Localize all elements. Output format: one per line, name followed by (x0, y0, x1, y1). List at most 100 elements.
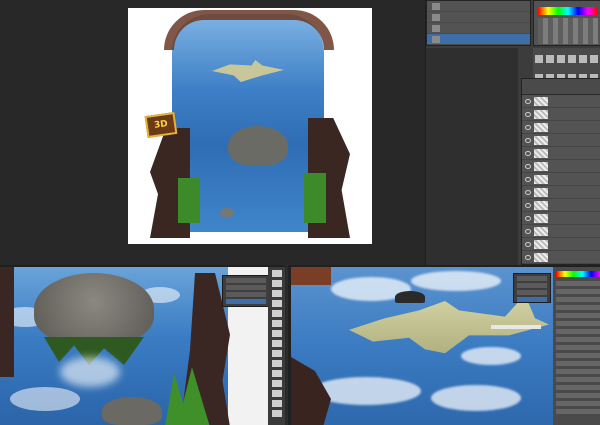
panel-row[interactable] (517, 283, 547, 288)
panel-row[interactable] (226, 278, 266, 283)
layer-row[interactable] (522, 173, 600, 186)
mini-layers-strip[interactable] (268, 267, 285, 425)
panel-row[interactable] (556, 321, 600, 326)
layer-row[interactable] (522, 108, 600, 121)
layer-thumbnail-icon[interactable] (271, 380, 282, 387)
zoomed-view-jet[interactable] (288, 265, 600, 425)
tool-icon[interactable] (557, 55, 565, 63)
layer-thumbnail-icon[interactable] (271, 350, 282, 357)
tool-icon[interactable] (568, 55, 576, 63)
panel-row[interactable] (517, 290, 547, 295)
layer-thumbnail-icon[interactable] (271, 330, 282, 337)
mini-history-panel[interactable] (513, 273, 551, 303)
layer-row[interactable] (522, 95, 600, 108)
eye-icon[interactable] (525, 255, 531, 260)
layer-row[interactable] (522, 160, 600, 173)
layer-row[interactable] (522, 251, 600, 264)
history-panel[interactable] (426, 0, 531, 46)
panel-row[interactable] (556, 281, 600, 286)
eye-icon[interactable] (525, 216, 531, 221)
panel-row[interactable] (556, 305, 600, 310)
tool-icon[interactable] (579, 55, 587, 63)
layer-thumbnail-icon[interactable] (271, 280, 282, 287)
layer-row[interactable] (522, 238, 600, 251)
panel-row[interactable] (226, 285, 266, 290)
jet-cockpit-artwork (395, 291, 425, 303)
layer-thumbnail-icon[interactable] (271, 410, 282, 417)
zoomed-view-rock[interactable] (0, 265, 285, 425)
panel-row[interactable] (556, 393, 600, 398)
eye-icon[interactable] (525, 190, 531, 195)
panel-row[interactable] (556, 329, 600, 334)
panel-row[interactable] (556, 297, 600, 302)
history-row[interactable] (427, 1, 530, 12)
panel-dock-empty (426, 48, 518, 265)
panel-row[interactable] (556, 361, 600, 366)
layer-row[interactable] (522, 199, 600, 212)
tool-icon[interactable] (590, 55, 598, 63)
eye-icon[interactable] (525, 99, 531, 104)
eye-icon[interactable] (525, 177, 531, 182)
layer-row[interactable] (522, 147, 600, 160)
layer-thumbnail-icon[interactable] (271, 310, 282, 317)
color-spectrum[interactable] (556, 271, 600, 277)
panel-row[interactable] (226, 292, 266, 297)
layer-thumbnail-icon[interactable] (271, 300, 282, 307)
panel-row[interactable] (556, 385, 600, 390)
layer-thumbnail-icon[interactable] (271, 400, 282, 407)
eye-icon[interactable] (525, 138, 531, 143)
panel-row[interactable] (556, 313, 600, 318)
mini-layers-panel[interactable] (553, 267, 600, 425)
panel-row[interactable] (556, 401, 600, 406)
layer-thumbnail-icon[interactable] (271, 390, 282, 397)
canvas-workspace[interactable]: 3D (0, 0, 425, 265)
panel-row[interactable] (556, 289, 600, 294)
document-canvas[interactable]: 3D (128, 8, 372, 244)
panel-row[interactable] (556, 337, 600, 342)
layers-panel[interactable] (521, 78, 600, 265)
eye-icon[interactable] (525, 203, 531, 208)
layer-row[interactable] (522, 134, 600, 147)
layer-row[interactable] (522, 121, 600, 134)
layer-thumbnail-icon[interactable] (271, 320, 282, 327)
panel-row[interactable] (556, 369, 600, 374)
tool-icon[interactable] (546, 55, 554, 63)
history-row-selected[interactable] (427, 34, 530, 45)
eye-icon[interactable] (525, 164, 531, 169)
history-row[interactable] (427, 23, 530, 34)
adjustments-panel[interactable] (533, 48, 600, 82)
tool-icon[interactable] (535, 55, 543, 63)
layer-thumbnail-icon (534, 253, 548, 262)
color-panel[interactable] (533, 0, 600, 46)
panel-row[interactable] (556, 409, 600, 414)
panel-row[interactable] (517, 276, 547, 281)
history-row[interactable] (427, 12, 530, 23)
layer-thumbnail-icon[interactable] (271, 270, 282, 277)
layer-thumbnail-icon[interactable] (271, 370, 282, 377)
layer-thumbnail-icon[interactable] (271, 290, 282, 297)
panel-row-selected[interactable] (226, 299, 266, 304)
right-panel-dock (425, 0, 600, 265)
eye-icon[interactable] (525, 151, 531, 156)
panel-row[interactable] (556, 353, 600, 358)
layer-thumbnail-icon (534, 227, 548, 236)
layer-row[interactable] (522, 212, 600, 225)
panel-row-selected[interactable] (517, 297, 547, 302)
layers-panel-header[interactable] (522, 79, 600, 95)
panel-row[interactable] (556, 377, 600, 382)
layer-thumbnail-icon[interactable] (271, 360, 282, 367)
eye-icon[interactable] (525, 242, 531, 247)
layer-thumbnail-icon[interactable] (271, 340, 282, 347)
eye-icon[interactable] (525, 112, 531, 117)
panel-row[interactable] (556, 345, 600, 350)
mini-history-panel[interactable] (222, 275, 270, 307)
logo-text: 3D (153, 119, 169, 131)
layer-thumbnail-icon (534, 240, 548, 249)
layer-row[interactable] (522, 186, 600, 199)
swatches-grid[interactable] (538, 18, 598, 44)
color-spectrum[interactable] (538, 7, 598, 15)
eye-icon[interactable] (525, 125, 531, 130)
cloud-artwork (10, 387, 80, 411)
layer-row[interactable] (522, 225, 600, 238)
eye-icon[interactable] (525, 229, 531, 234)
